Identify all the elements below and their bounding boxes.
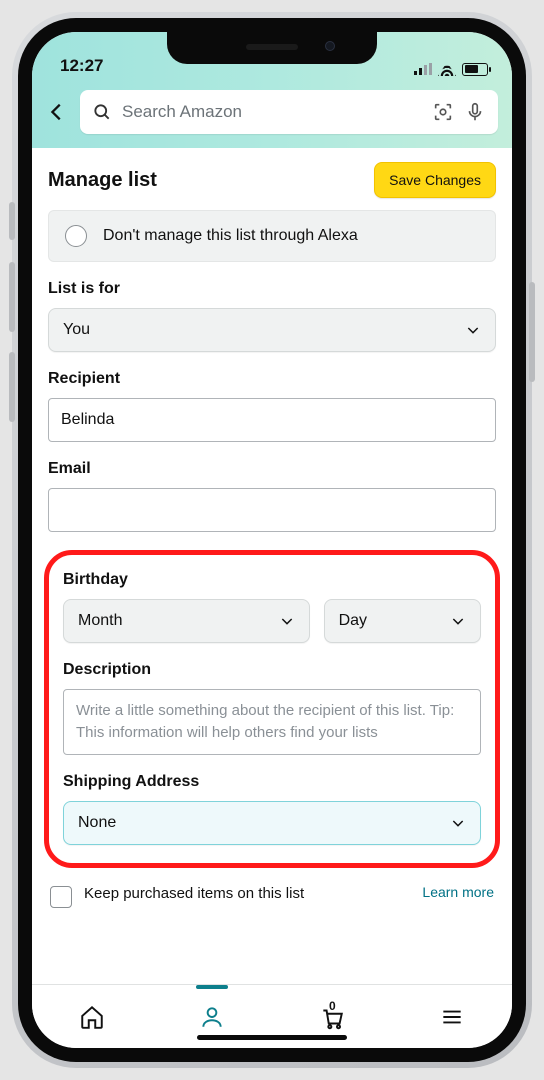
front-camera [325, 41, 335, 51]
shipping-section: Shipping Address None [63, 773, 481, 845]
content: Don't manage this list through Alexa Lis… [32, 210, 512, 984]
list-for-value: You [63, 321, 90, 339]
volume-up-button [9, 262, 15, 332]
birthday-day-value: Day [339, 612, 367, 630]
description-input[interactable]: Write a little something about the recip… [63, 689, 481, 755]
learn-more-link[interactable]: Learn more [422, 884, 494, 900]
tab-menu[interactable] [432, 997, 472, 1037]
keep-purchased-row: Keep purchased items on this list Learn … [48, 878, 496, 908]
voice-search-icon[interactable] [464, 101, 486, 123]
search-placeholder: Search Amazon [122, 102, 422, 122]
cellular-icon [414, 63, 432, 75]
search-icon [92, 102, 112, 122]
shipping-value: None [78, 814, 116, 832]
tab-cart[interactable]: 0 [312, 997, 352, 1037]
volume-down-button [9, 352, 15, 422]
title-bar: Manage list Save Changes [32, 148, 512, 210]
alexa-radio[interactable] [65, 225, 87, 247]
chevron-down-icon [450, 815, 466, 831]
alexa-option-row[interactable]: Don't manage this list through Alexa [48, 210, 496, 262]
search-header: Search Amazon [32, 80, 512, 148]
phone-frame: 12:27 Search Amazon [18, 18, 526, 1062]
chevron-down-icon [279, 613, 295, 629]
birthday-section: Birthday Month Day [63, 571, 481, 643]
email-input[interactable] [48, 488, 496, 532]
screen: 12:27 Search Amazon [32, 32, 512, 1048]
list-for-label: List is for [48, 280, 496, 298]
shipping-label: Shipping Address [63, 773, 481, 791]
wifi-icon [438, 62, 456, 76]
recipient-input[interactable]: Belinda [48, 398, 496, 442]
page-title: Manage list [48, 169, 157, 192]
back-button[interactable] [42, 97, 72, 127]
phone-frame-outer: 12:27 Search Amazon [12, 12, 532, 1068]
save-changes-button[interactable]: Save Changes [374, 162, 496, 198]
birthday-month-value: Month [78, 612, 122, 630]
side-button [9, 202, 15, 240]
list-for-select[interactable]: You [48, 308, 496, 352]
list-for-section: List is for You [48, 280, 496, 352]
highlighted-region: Birthday Month Day [44, 550, 500, 868]
email-section: Email [48, 460, 496, 532]
search-input[interactable]: Search Amazon [80, 90, 498, 134]
email-label: Email [48, 460, 496, 478]
status-time: 12:27 [60, 56, 103, 76]
recipient-value: Belinda [61, 411, 114, 429]
power-button [529, 282, 535, 382]
recipient-section: Recipient Belinda [48, 370, 496, 442]
tab-account[interactable] [192, 997, 232, 1037]
status-right [414, 62, 488, 76]
description-label: Description [63, 661, 481, 679]
shipping-select[interactable]: None [63, 801, 481, 845]
speaker [246, 44, 298, 50]
chevron-down-icon [465, 322, 481, 338]
alexa-label: Don't manage this list through Alexa [103, 227, 358, 245]
birthday-month-select[interactable]: Month [63, 599, 310, 643]
description-section: Description Write a little something abo… [63, 661, 481, 755]
battery-icon [462, 63, 488, 76]
birthday-day-select[interactable]: Day [324, 599, 481, 643]
chevron-down-icon [450, 613, 466, 629]
cart-count-badge: 0 [329, 999, 336, 1013]
camera-search-icon[interactable] [432, 101, 454, 123]
keep-purchased-checkbox[interactable] [50, 886, 72, 908]
keep-purchased-label: Keep purchased items on this list [84, 884, 410, 904]
recipient-label: Recipient [48, 370, 496, 388]
home-indicator[interactable] [197, 1035, 347, 1040]
birthday-label: Birthday [63, 571, 481, 589]
tab-home[interactable] [72, 997, 112, 1037]
notch [167, 32, 377, 64]
